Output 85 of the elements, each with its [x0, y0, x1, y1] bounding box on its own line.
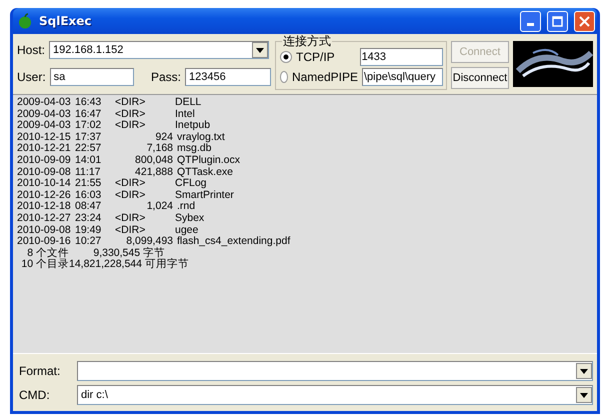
- file-name: ugee: [175, 224, 198, 236]
- host-combo[interactable]: 192.168.1.152: [49, 41, 270, 60]
- time-text: 10:27: [75, 236, 102, 248]
- time-text: 16:43: [75, 97, 102, 109]
- time-text: 11:17: [75, 166, 102, 178]
- time-text: 22:57: [75, 143, 102, 155]
- file-size: 800,048: [135, 154, 173, 166]
- time-text: 23:24: [75, 212, 102, 225]
- host-label: Host:: [17, 42, 46, 60]
- action-button[interactable]: Disconnect: [451, 67, 509, 89]
- summary-bytes: 14,821,228,544 可用字节: [69, 258, 189, 270]
- date-text: 2010-12-27: [17, 212, 72, 225]
- cmd-combo[interactable]: dir c:\: [77, 385, 593, 405]
- radio-button[interactable]: [280, 71, 288, 83]
- file-name: msg.db: [177, 143, 212, 155]
- date-text: 2010-12-21: [17, 143, 72, 155]
- close-icon: [579, 16, 590, 26]
- time-text: 14:01: [75, 154, 102, 167]
- pass-field[interactable]: 123456: [185, 68, 271, 86]
- date-text: 2009-04-03: [17, 120, 72, 132]
- time-text: 08:47: [75, 201, 102, 213]
- file-name: CFLog: [175, 178, 207, 190]
- option-field[interactable]: 1433: [360, 48, 443, 66]
- time-text: 21:55: [75, 178, 102, 190]
- pass-label: Pass:: [150, 68, 181, 86]
- minimize-icon: [527, 22, 534, 26]
- option-label: TCP/IP: [296, 49, 335, 66]
- file-name: SmartPrinter: [175, 190, 234, 201]
- minimize-button[interactable]: [520, 10, 541, 32]
- date-text: 2010-09-09: [17, 154, 72, 167]
- group-legend: 连接方式: [282, 35, 332, 48]
- file-name: QTTask.exe: [177, 166, 234, 178]
- window-title: SqlExec: [39, 13, 93, 30]
- user-label: User:: [17, 68, 46, 86]
- file-name: Intel: [175, 108, 195, 120]
- radio-dot-icon: [283, 54, 289, 60]
- file-name: DELL: [175, 97, 202, 109]
- file-size: 8,099,493: [126, 235, 173, 248]
- time-text: 16:03: [75, 190, 102, 202]
- file-size: 1,024: [146, 200, 173, 212]
- date-text: 2010-09-16: [17, 236, 72, 248]
- date-text: 2010-12-18: [17, 201, 72, 213]
- dir-tag: <DIR>: [115, 212, 175, 225]
- dir-tag: <DIR>: [115, 97, 175, 109]
- file-size: 7,168: [146, 142, 173, 154]
- close-button[interactable]: [574, 10, 595, 32]
- date-text: 2010-09-08: [17, 166, 72, 178]
- date-text: 2010-12-15: [17, 132, 72, 144]
- date-text: 2009-04-03: [17, 97, 72, 109]
- dir-tag: <DIR>: [115, 190, 175, 202]
- file-size: 924: [155, 130, 173, 143]
- file-name: flash_cs4_extending.pdf: [177, 236, 290, 248]
- format-combo[interactable]: [77, 361, 593, 381]
- dir-tag: <DIR>: [115, 178, 175, 190]
- radio-option[interactable]: NamedPIPE: [280, 68, 358, 86]
- file-name: Inetpub: [175, 120, 210, 132]
- radio-option[interactable]: TCP/IP: [280, 48, 356, 66]
- time-text: 16:47: [75, 108, 102, 120]
- option-field[interactable]: \pipe\sql\query: [362, 68, 443, 86]
- summary-bytes: 9,330,545 字节: [93, 246, 165, 259]
- summary-count: 10 个目录: [21, 258, 69, 270]
- time-text: 17:02: [75, 120, 102, 132]
- dir-tag: <DIR>: [115, 224, 175, 236]
- dir-tag: <DIR>: [115, 120, 175, 132]
- date-text: 2010-10-14: [17, 178, 72, 190]
- apple-icon: [17, 13, 33, 29]
- dir-tag: <DIR>: [115, 108, 175, 120]
- maximize-icon: [552, 16, 563, 26]
- field-label: Format:: [19, 363, 62, 380]
- date-text: 2010-12-26: [17, 190, 72, 202]
- radio-button[interactable]: [280, 51, 292, 63]
- date-text: 2010-09-08: [17, 224, 72, 236]
- file-name: Sybex: [175, 212, 204, 225]
- summary-count: 8 个文件: [27, 246, 69, 259]
- time-text: 19:49: [75, 224, 102, 236]
- time-text: 17:37: [75, 132, 102, 144]
- date-text: 2009-04-03: [17, 108, 72, 120]
- field-label: CMD:: [19, 387, 51, 404]
- file-name: .rnd: [177, 201, 196, 213]
- file-name: QTPlugin.ocx: [177, 154, 240, 167]
- file-name: vraylog.txt: [177, 132, 225, 144]
- user-field[interactable]: sa: [50, 68, 134, 86]
- maximize-button[interactable]: [547, 10, 568, 32]
- file-size: 421,888: [135, 166, 173, 178]
- option-label: NamedPIPE: [292, 69, 358, 86]
